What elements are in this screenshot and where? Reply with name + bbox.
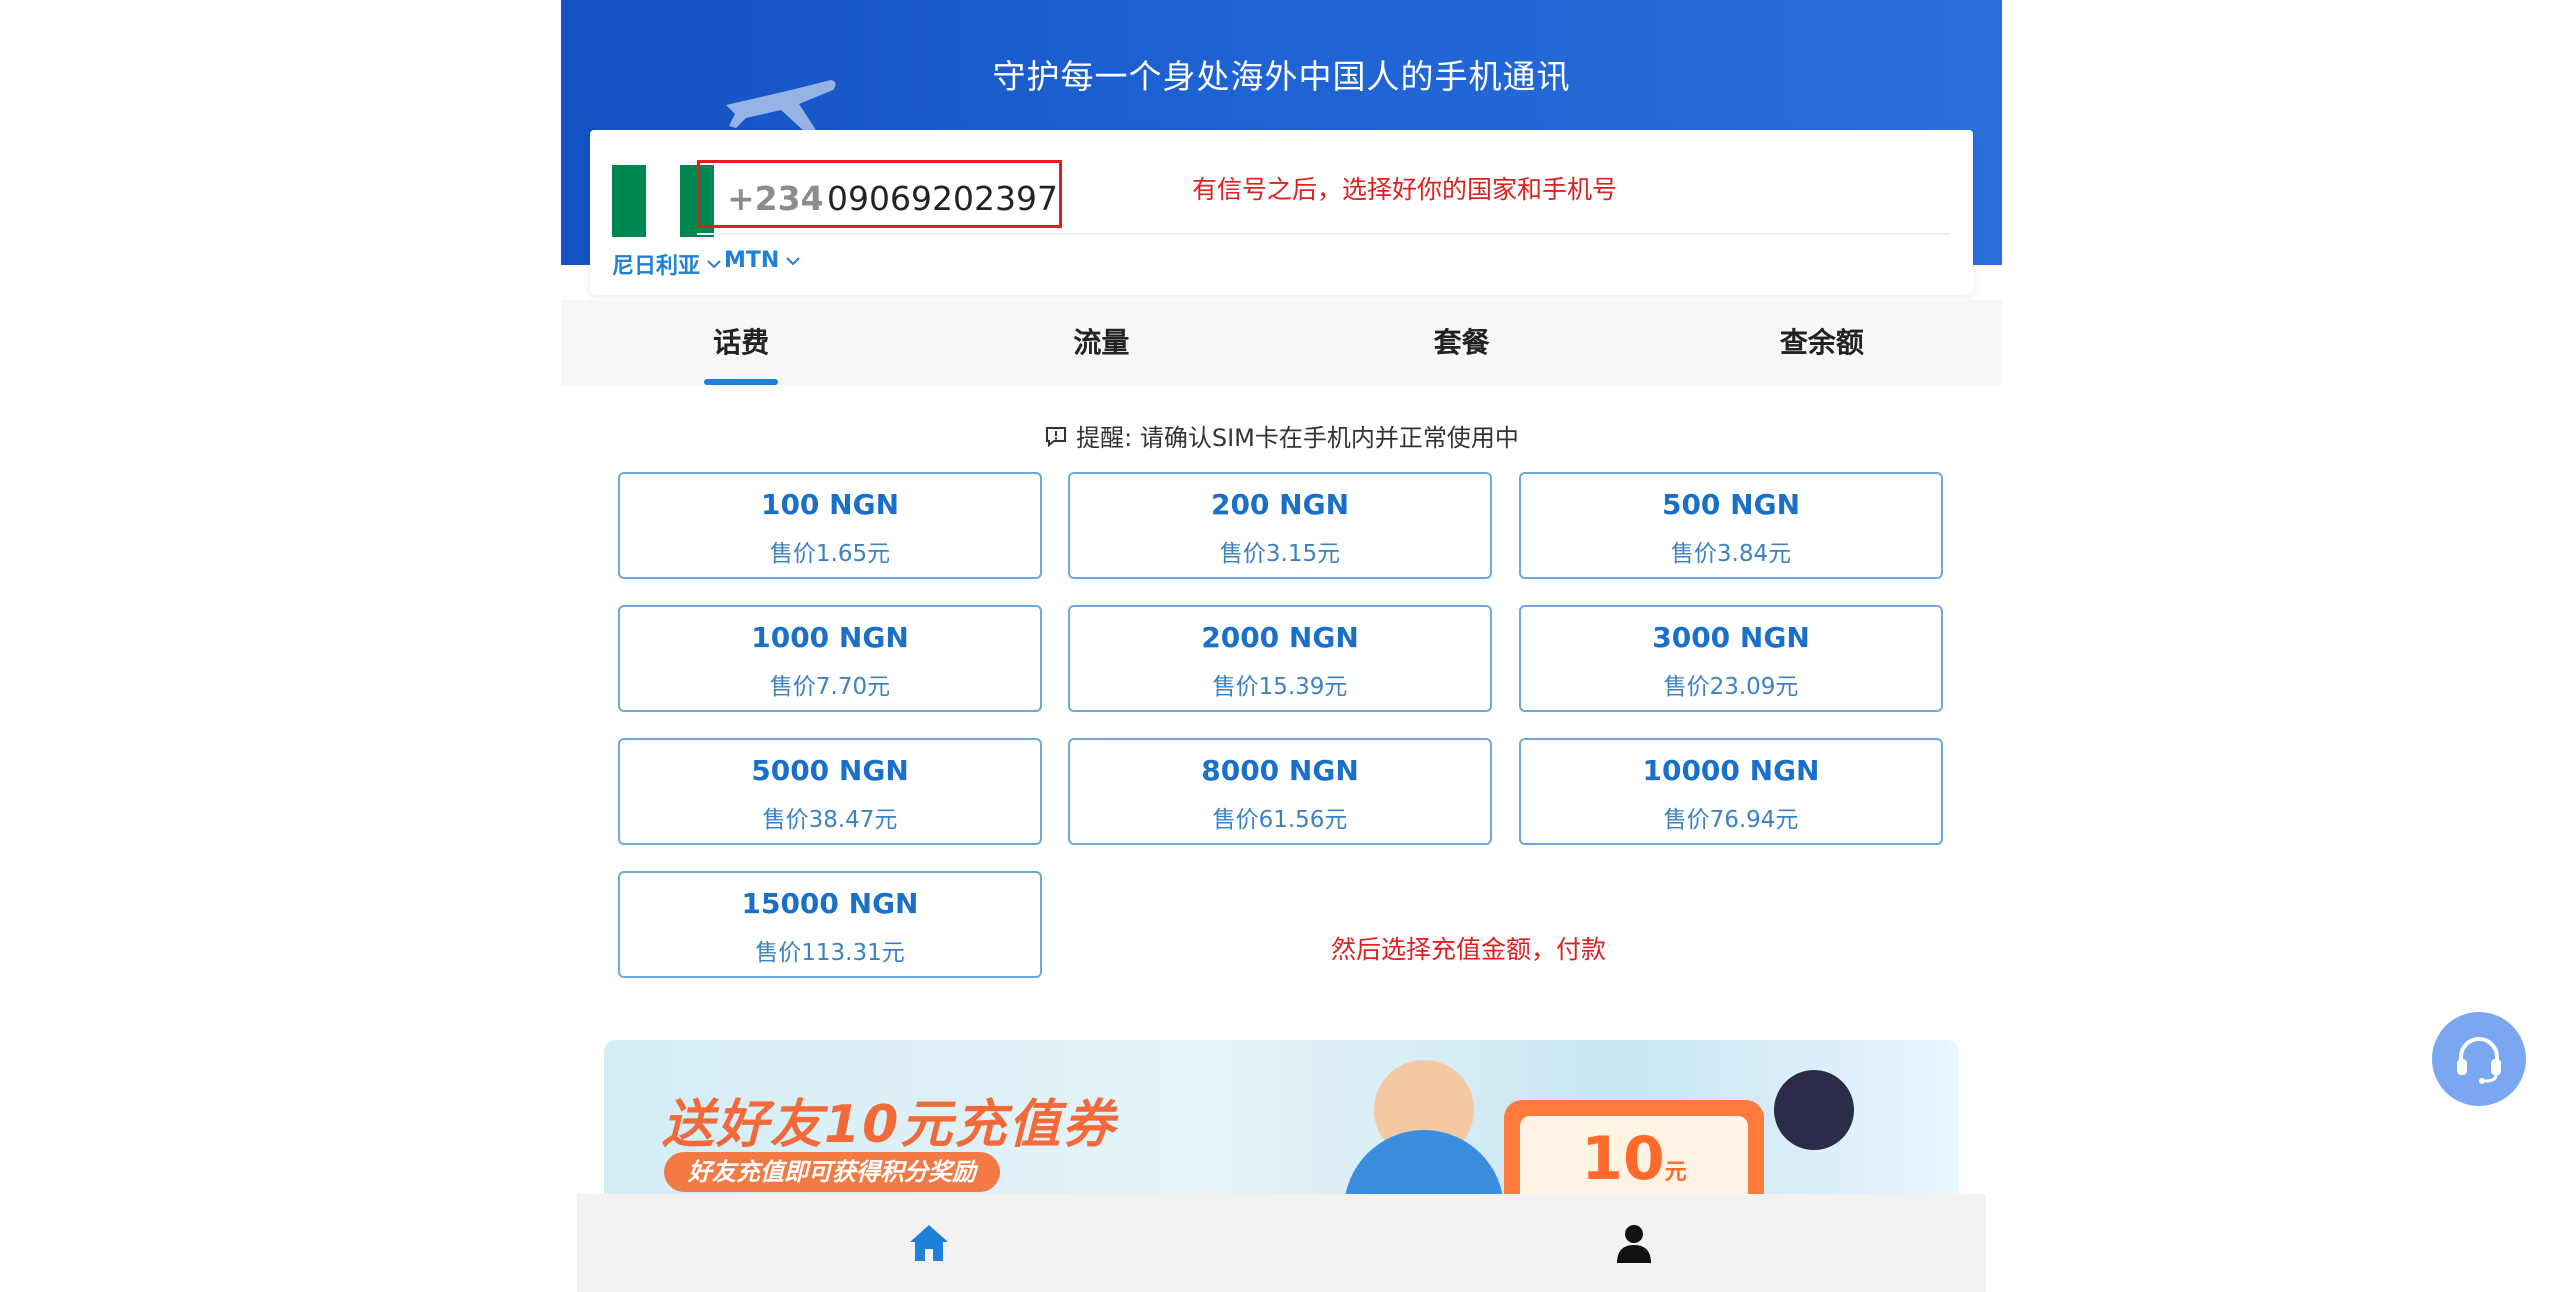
headset-icon <box>2457 1037 2501 1084</box>
notice-text: 提醒: 请确认SIM卡在手机内并正常使用中 <box>1076 424 1519 452</box>
topup-option-3000[interactable]: 3000 NGN 售价23.09元 <box>1519 605 1943 712</box>
topup-amount: 200 NGN <box>1210 488 1350 521</box>
chevron-down-icon <box>786 256 801 265</box>
country-selector[interactable]: 尼日利亚 <box>612 248 722 280</box>
annotation-hint-bottom: 然后选择充值金额，付款 <box>1331 935 1607 964</box>
topup-amount: 2000 NGN <box>1201 621 1359 654</box>
app-container: 守护每一个身处海外中国人的手机通讯 +234 有信号之后，选择好你的国家和手机号… <box>561 0 2002 1292</box>
tab-data[interactable]: 流量 <box>921 300 1281 385</box>
topup-amount: 3000 NGN <box>1652 621 1810 654</box>
topup-amount: 5000 NGN <box>751 754 909 787</box>
tab-bundles[interactable]: 套餐 <box>1282 300 1642 385</box>
tab-label: 查余额 <box>1779 326 1864 359</box>
topup-option-200[interactable]: 200 NGN 售价3.15元 <box>1068 472 1492 579</box>
topup-amount: 500 NGN <box>1661 488 1801 521</box>
topup-option-1000[interactable]: 1000 NGN 售价7.70元 <box>618 605 1042 712</box>
tab-label: 套餐 <box>1433 326 1490 359</box>
phone-field-highlight: +234 <box>697 160 1062 228</box>
topup-price: 售价3.15元 <box>1219 541 1341 567</box>
topup-option-500[interactable]: 500 NGN 售价3.84元 <box>1519 472 1943 579</box>
annotation-hint-top: 有信号之后，选择好你的国家和手机号 <box>1192 175 1618 204</box>
topup-option-15000[interactable]: 15000 NGN 售价113.31元 <box>618 871 1042 978</box>
coupon-value: 10 <box>1581 1124 1665 1194</box>
sim-notice: 提醒: 请确认SIM卡在手机内并正常使用中 <box>561 418 2002 453</box>
nav-home[interactable] <box>577 1194 1282 1292</box>
tab-call-credit[interactable]: 话费 <box>561 300 921 385</box>
tab-check-balance[interactable]: 查余额 <box>1642 300 2002 385</box>
category-tabs: 话费 流量 套餐 查余额 <box>561 300 2002 385</box>
phone-number-input[interactable] <box>827 179 1057 218</box>
customer-support-button[interactable] <box>2432 1012 2526 1106</box>
topup-option-10000[interactable]: 10000 NGN 售价76.94元 <box>1519 738 1943 845</box>
country-label: 尼日利亚 <box>612 254 701 279</box>
topup-amount: 15000 NGN <box>741 887 919 920</box>
topup-amount: 10000 NGN <box>1642 754 1820 787</box>
nav-profile[interactable] <box>1282 1194 1987 1292</box>
user-icon <box>1616 1225 1651 1263</box>
dial-code: +234 <box>727 179 824 218</box>
tab-label: 流量 <box>1073 326 1130 359</box>
topup-price: 售价61.56元 <box>1212 807 1348 833</box>
topup-price: 售价3.84元 <box>1670 541 1792 567</box>
promo-person-illustration-2 <box>1774 1070 1854 1150</box>
bottom-navigation <box>577 1194 1986 1292</box>
topup-amount: 100 NGN <box>760 488 900 521</box>
topup-option-5000[interactable]: 5000 NGN 售价38.47元 <box>618 738 1042 845</box>
promo-title: 送好友10元充值券 <box>662 1095 1117 1155</box>
page-title: 守护每一个身处海外中国人的手机通讯 <box>992 57 1571 96</box>
home-icon <box>910 1225 949 1261</box>
topup-price: 售价76.94元 <box>1663 807 1799 833</box>
topup-price: 售价23.09元 <box>1663 674 1799 700</box>
promo-subtitle: 好友充值即可获得积分奖励 <box>664 1152 1000 1192</box>
alert-message-icon <box>1046 426 1067 447</box>
coupon-unit: 元 <box>1664 1160 1687 1185</box>
topup-amount: 8000 NGN <box>1201 754 1359 787</box>
active-tab-indicator <box>704 379 779 385</box>
topup-price: 售价7.70元 <box>769 674 891 700</box>
topup-option-8000[interactable]: 8000 NGN 售价61.56元 <box>1068 738 1492 845</box>
tab-label: 话费 <box>713 326 770 359</box>
topup-option-2000[interactable]: 2000 NGN 售价15.39元 <box>1068 605 1492 712</box>
topup-option-100[interactable]: 100 NGN 售价1.65元 <box>618 472 1042 579</box>
phone-input-card: +234 有信号之后，选择好你的国家和手机号 尼日利亚 MTN <box>590 130 1973 295</box>
divider <box>697 233 1950 235</box>
topup-price: 售价15.39元 <box>1212 674 1348 700</box>
chevron-down-icon <box>707 260 721 269</box>
topup-amount: 1000 NGN <box>751 621 909 654</box>
topup-price: 售价1.65元 <box>769 541 891 567</box>
topup-price: 售价113.31元 <box>755 940 905 966</box>
topup-price: 售价38.47元 <box>762 807 898 833</box>
operator-selector[interactable]: MTN <box>724 248 801 273</box>
operator-label: MTN <box>724 248 780 273</box>
